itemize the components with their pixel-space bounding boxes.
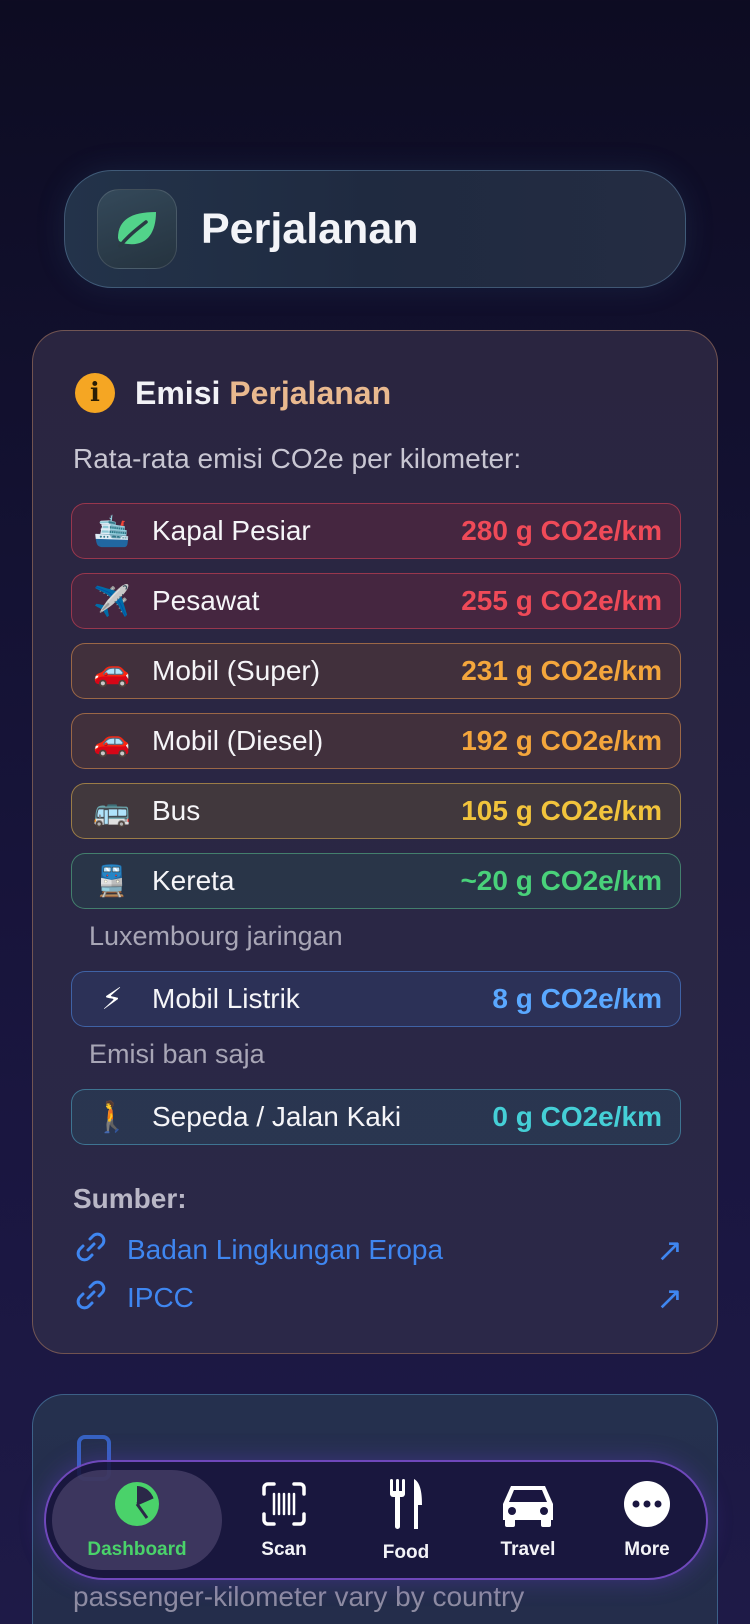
airplane-icon: ✈️ [93,584,131,618]
tab-food[interactable]: Food [346,1462,466,1578]
tab-scan[interactable]: Scan [224,1462,344,1578]
tab-dashboard[interactable]: Dashboard [52,1462,222,1578]
emission-row-label: Pesawat [152,585,260,616]
card2-text: passenger-kilometer vary by country [73,1581,525,1612]
tab-label: Travel [500,1538,556,1560]
emission-row-car-super: 🚗 Mobil (Super) 231 g CO2e/km [71,643,681,699]
emission-row-car-diesel: 🚗 Mobil (Diesel) 192 g CO2e/km [71,713,681,769]
tab-travel[interactable]: Travel [468,1462,588,1578]
car-icon: 🚗 [93,654,131,688]
emission-row-ev: ⚡ Mobil Listrik 8 g CO2e/km [71,971,681,1027]
source-link-eea[interactable]: Badan Lingkungan Eropa ↗ [73,1229,683,1270]
emission-row-bus: 🚌 Bus 105 g CO2e/km [71,783,681,839]
barcode-scan-icon [260,1480,308,1533]
source-link-ipcc[interactable]: IPCC ↗ [73,1277,683,1318]
leaf-icon [97,189,177,269]
emission-row-value: 231 g CO2e/km [461,655,662,686]
link-icon [73,1277,109,1318]
external-link-icon: ↗ [656,1279,683,1316]
more-dots-icon [623,1480,671,1533]
emission-row-label: Mobil (Super) [152,655,321,686]
walking-icon: 🚶 [93,1100,131,1134]
emission-row-value: 280 g CO2e/km [461,515,662,546]
page-title: Perjalanan [201,204,419,253]
train-icon: 🚆 [93,864,131,898]
source-link-label[interactable]: Badan Lingkungan Eropa [127,1234,656,1266]
emission-row-label: Mobil Listrik [152,983,300,1014]
emission-row-value: 0 g CO2e/km [492,1101,662,1132]
car-icon [499,1480,557,1533]
cruise-ship-icon: 🛳️ [93,514,131,548]
external-link-icon: ↗ [656,1231,683,1268]
emission-row-label: Mobil (Diesel) [152,725,324,756]
sources-title: Sumber: [73,1183,187,1214]
emission-row-plane: ✈️ Pesawat 255 g CO2e/km [71,573,681,629]
ev-note: Emisi ban saja [89,1039,265,1069]
pie-chart-icon [113,1480,161,1533]
source-link-label[interactable]: IPCC [127,1282,656,1314]
emission-row-value: 105 g CO2e/km [461,795,662,826]
bottom-nav: Dashboard Scan Food Travel More [44,1460,708,1580]
link-icon [73,1229,109,1270]
fork-knife-icon [386,1477,426,1536]
train-note: Luxembourg jaringan [89,921,343,951]
emission-row-label: Kereta [152,865,235,896]
emission-row-value: ~20 g CO2e/km [460,865,662,896]
emission-row-cruise: 🛳️ Kapal Pesiar 280 g CO2e/km [71,503,681,559]
page-header: Perjalanan [64,170,686,288]
emission-row-label: Kapal Pesiar [152,515,311,546]
lightning-icon: ⚡ [101,982,123,1016]
emission-row-train: 🚆 Kereta ~20 g CO2e/km [71,853,681,909]
car-icon: 🚗 [93,724,131,758]
info-icon: i [75,373,115,413]
tab-label: Food [382,1541,430,1563]
card-title: Emisi Perjalanan [135,374,392,411]
emission-row-value: 8 g CO2e/km [492,983,662,1014]
tab-label: Scan [261,1538,307,1560]
card-header: i Emisi Perjalanan [75,373,391,413]
emission-row-value: 192 g CO2e/km [461,725,662,756]
emission-row-label: Sepeda / Jalan Kaki [152,1101,402,1132]
card-subtitle: Rata-rata emisi CO2e per kilometer: [73,443,522,474]
tab-label: Dashboard [87,1538,187,1560]
bus-icon: 🚌 [93,794,131,828]
emission-row-value: 255 g CO2e/km [461,585,662,616]
tab-more[interactable]: More [590,1462,704,1578]
emission-row-walk: 🚶 Sepeda / Jalan Kaki 0 g CO2e/km [71,1089,681,1145]
tab-label: More [624,1538,670,1560]
emission-row-label: Bus [152,795,201,826]
travel-emissions-card: i Emisi Perjalanan Rata-rata emisi CO2e … [32,330,718,1354]
